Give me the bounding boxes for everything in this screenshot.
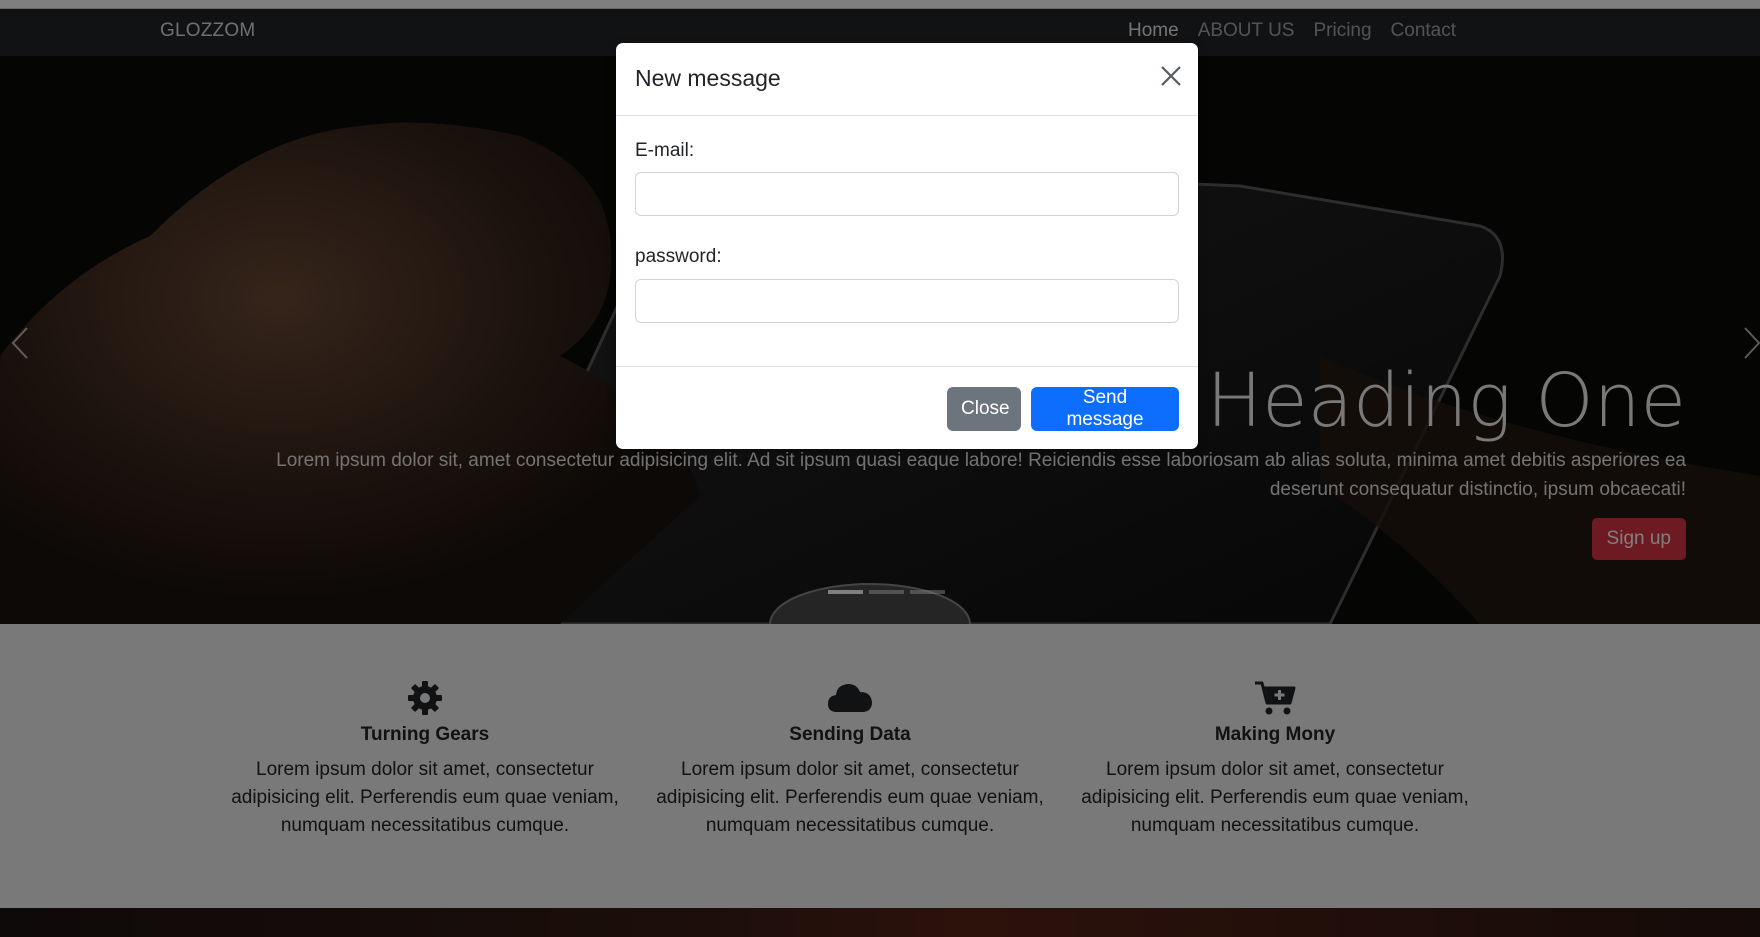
send-message-button[interactable]: Send message: [1031, 387, 1179, 431]
modal-header: New message: [616, 43, 1198, 116]
new-message-modal: New message E-mail: password: Close Send…: [616, 43, 1198, 449]
password-label: password:: [635, 246, 722, 267]
modal-body: E-mail: password:: [616, 116, 1198, 336]
close-icon: [1161, 66, 1181, 86]
modal-close-button[interactable]: [1156, 61, 1186, 91]
email-field[interactable]: [635, 172, 1179, 216]
modal-title: New message: [635, 65, 781, 91]
modal-footer: Close Send message: [616, 366, 1198, 449]
page: GLOZZOM Home ABOUT US Pricing Contact: [0, 0, 1760, 937]
email-label: E-mail:: [635, 140, 695, 161]
close-button[interactable]: Close: [947, 387, 1021, 431]
password-field[interactable]: [635, 279, 1179, 323]
